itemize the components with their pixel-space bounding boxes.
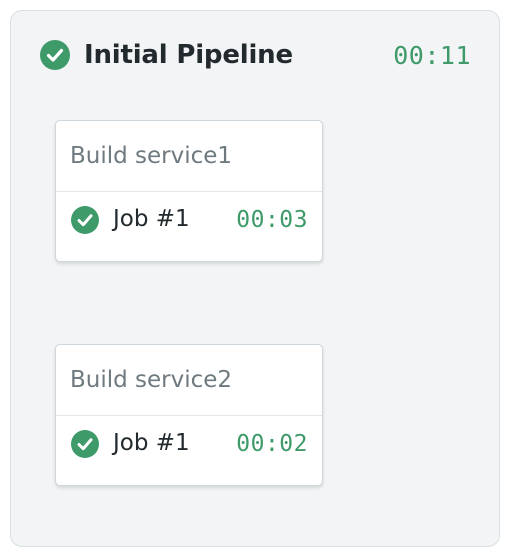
job-duration: 00:02: [236, 431, 308, 457]
pipeline-title[interactable]: Initial Pipeline: [84, 40, 293, 70]
pipeline-duration: 00:11: [393, 41, 471, 70]
job-duration: 00:03: [236, 207, 308, 233]
check-circle-icon: [71, 430, 99, 458]
job-name[interactable]: Job #1: [113, 430, 190, 456]
block-divider: [56, 191, 322, 192]
job-row[interactable]: Job #1 00:02: [70, 428, 308, 462]
block-title: Build service2: [70, 367, 233, 393]
job-name[interactable]: Job #1: [113, 206, 190, 232]
pipeline-panel: Initial Pipeline 00:11 Build service1 Jo…: [10, 10, 500, 547]
block-divider: [56, 415, 322, 416]
pipeline-header: Initial Pipeline 00:11: [40, 37, 471, 73]
block-build-service1[interactable]: Build service1 Job #1 00:03: [55, 120, 323, 262]
block-title: Build service1: [70, 143, 233, 169]
job-row[interactable]: Job #1 00:03: [70, 204, 308, 238]
check-circle-icon: [40, 40, 70, 70]
check-circle-icon: [71, 206, 99, 234]
block-build-service2[interactable]: Build service2 Job #1 00:02: [55, 344, 323, 486]
